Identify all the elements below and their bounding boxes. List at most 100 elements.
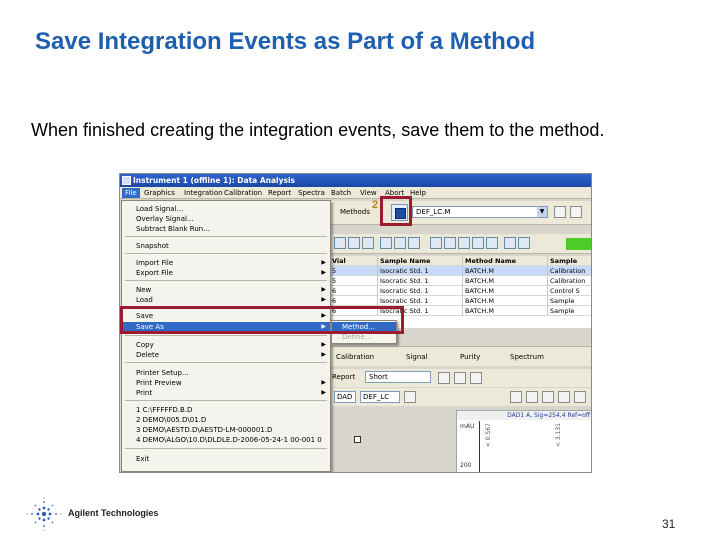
menu-item-overlay-signal[interactable]: Overlay Signal... [122,214,330,224]
menu-separator [125,362,327,363]
zoom-in-icon[interactable] [408,237,420,249]
menu-item-recent-3[interactable]: 3 DEMO\AESTD.D\AESTD-LM-000001.D [122,425,330,435]
save-as-callout [120,306,404,334]
grid-icon[interactable] [554,206,566,218]
export-icon[interactable] [470,372,482,384]
logo-text: Agilent Technologies [68,508,159,518]
col-method-name[interactable]: Method Name [463,256,548,266]
col-sample[interactable]: Sample [548,256,591,266]
menu-graphics[interactable]: Graphics [144,188,175,198]
detector-select[interactable]: DAD [334,391,356,403]
tab-purity[interactable]: Purity [460,352,480,362]
cell-method-name: BATCH.M [463,276,548,286]
play-icon[interactable] [334,237,346,249]
menu-separator [125,335,327,336]
event-icon[interactable] [472,237,484,249]
cell-sample: Control S [548,286,591,296]
window-title: Instrument 1 (offline 1): Data Analysis [133,176,296,185]
page-number: 31 [662,517,676,531]
preview-icon[interactable] [438,372,450,384]
menu-spectra[interactable]: Spectra [298,188,325,198]
graph-icon[interactable] [574,391,586,403]
menu-item-label: Overlay Signal... [136,215,194,223]
table-row[interactable]: 6 Isocratic Std. 1 BATCH.M Control S [330,286,591,296]
cursor-icon[interactable] [380,237,392,249]
menu-item-label: Import File [136,259,174,267]
method-select[interactable]: DEF_LC.M ▼ [412,206,548,218]
menubar: File Graphics Integration Calibration Re… [120,187,591,199]
menu-integration[interactable]: Integration [184,188,223,198]
col-sample-name[interactable]: Sample Name [378,256,463,266]
integrate-icon[interactable] [430,237,442,249]
menu-item-copy[interactable]: Copy ▶ [122,340,330,350]
autoscale-icon[interactable] [558,391,570,403]
col-vial[interactable]: Vial [330,256,378,266]
menu-report[interactable]: Report [268,188,291,198]
app-icon [122,176,131,185]
chevron-right-icon: ▶ [321,389,326,396]
menu-item-label: Load [136,296,153,304]
overlay-icon[interactable] [510,391,522,403]
menu-calibration[interactable]: Calibration [224,188,262,198]
table-row[interactable]: 5 Isocratic Std. 1 BATCH.M Calibration [330,266,591,276]
menu-file[interactable]: File [122,188,140,198]
table-row[interactable]: 5 Isocratic Std. 1 BATCH.M Calibration [330,276,591,286]
menu-item-load[interactable]: Load ▶ [122,295,330,305]
menu-item-import-file[interactable]: Import File ▶ [122,258,330,268]
zoom-out-icon[interactable] [394,237,406,249]
menu-item-label: Printer Setup... [136,369,189,377]
option-checkbox[interactable] [354,436,361,443]
print-report-icon[interactable] [454,372,466,384]
menu-item-delete[interactable]: Delete ▶ [122,350,330,360]
menu-item-label: 2 DEMO\005.D\01.D [136,416,207,424]
menu-item-label: 1 C:\FFFFFD.B.D [136,406,193,414]
method-select-small[interactable]: DEF_LC [360,391,400,403]
menu-item-label: Print Preview [136,379,182,387]
menu-help[interactable]: Help [410,188,426,198]
report-icon[interactable] [504,237,516,249]
menu-item-label: 4 DEMO\ALGO\10.D\DLDLE.D-2006-05-24-1 00… [136,436,322,444]
scale-icon[interactable] [542,391,554,403]
table-icon[interactable] [570,206,582,218]
report-value: Short [369,373,388,381]
chevron-right-icon: ▶ [321,341,326,348]
menu-view[interactable]: View [360,188,377,198]
tab-calibration[interactable]: Calibration [336,352,374,362]
chevron-right-icon: ▶ [321,269,326,276]
method-toolbar: Methods DEF_LC.M ▼ [330,201,591,225]
report-select[interactable]: Short [365,371,431,383]
baseline-icon[interactable] [444,237,456,249]
menu-item-recent-1[interactable]: 1 C:\FFFFFD.B.D [122,405,330,415]
peak-icon[interactable] [458,237,470,249]
menu-item-recent-2[interactable]: 2 DEMO\005.D\01.D [122,415,330,425]
tab-spectrum[interactable]: Spectrum [510,352,544,362]
tab-signal[interactable]: Signal [406,352,428,362]
menu-item-exit[interactable]: Exit [122,454,330,464]
menu-item-new[interactable]: New ▶ [122,285,330,295]
menu-item-snapshot[interactable]: Snapshot [122,241,330,251]
chart-axis [479,421,480,472]
cell-sample: Sample [548,306,591,316]
chevron-down-icon[interactable]: ▼ [537,207,547,217]
menu-item-load-signal[interactable]: Load Signal... [122,204,330,214]
help-icon[interactable] [404,391,416,403]
table-header: Vial Sample Name Method Name Sample [330,256,591,266]
menu-item-subtract-blank[interactable]: Subtract Blank Run... [122,224,330,234]
cell-method-name: BATCH.M [463,296,548,306]
stack-icon[interactable] [526,391,538,403]
menu-item-print-preview[interactable]: Print Preview ▶ [122,378,330,388]
calibrate-icon[interactable] [486,237,498,249]
signal-row: DAD DEF_LC [330,388,591,406]
print-icon[interactable] [518,237,530,249]
cell-method-name: BATCH.M [463,306,548,316]
menu-item-printer-setup[interactable]: Printer Setup... [122,368,330,378]
step-icon[interactable] [348,237,360,249]
cell-method-name: BATCH.M [463,286,548,296]
menu-batch[interactable]: Batch [331,188,351,198]
menu-item-print[interactable]: Print ▶ [122,388,330,398]
menu-item-recent-4[interactable]: 4 DEMO\ALGO\10.D\DLDLE.D-2006-05-24-1 00… [122,435,330,445]
pause-icon[interactable] [362,237,374,249]
table-row[interactable]: 6 Isocratic Std. 1 BATCH.M Sample [330,296,591,306]
menu-item-export-file[interactable]: Export File ▶ [122,268,330,278]
menu-item-label: Copy [136,341,154,349]
